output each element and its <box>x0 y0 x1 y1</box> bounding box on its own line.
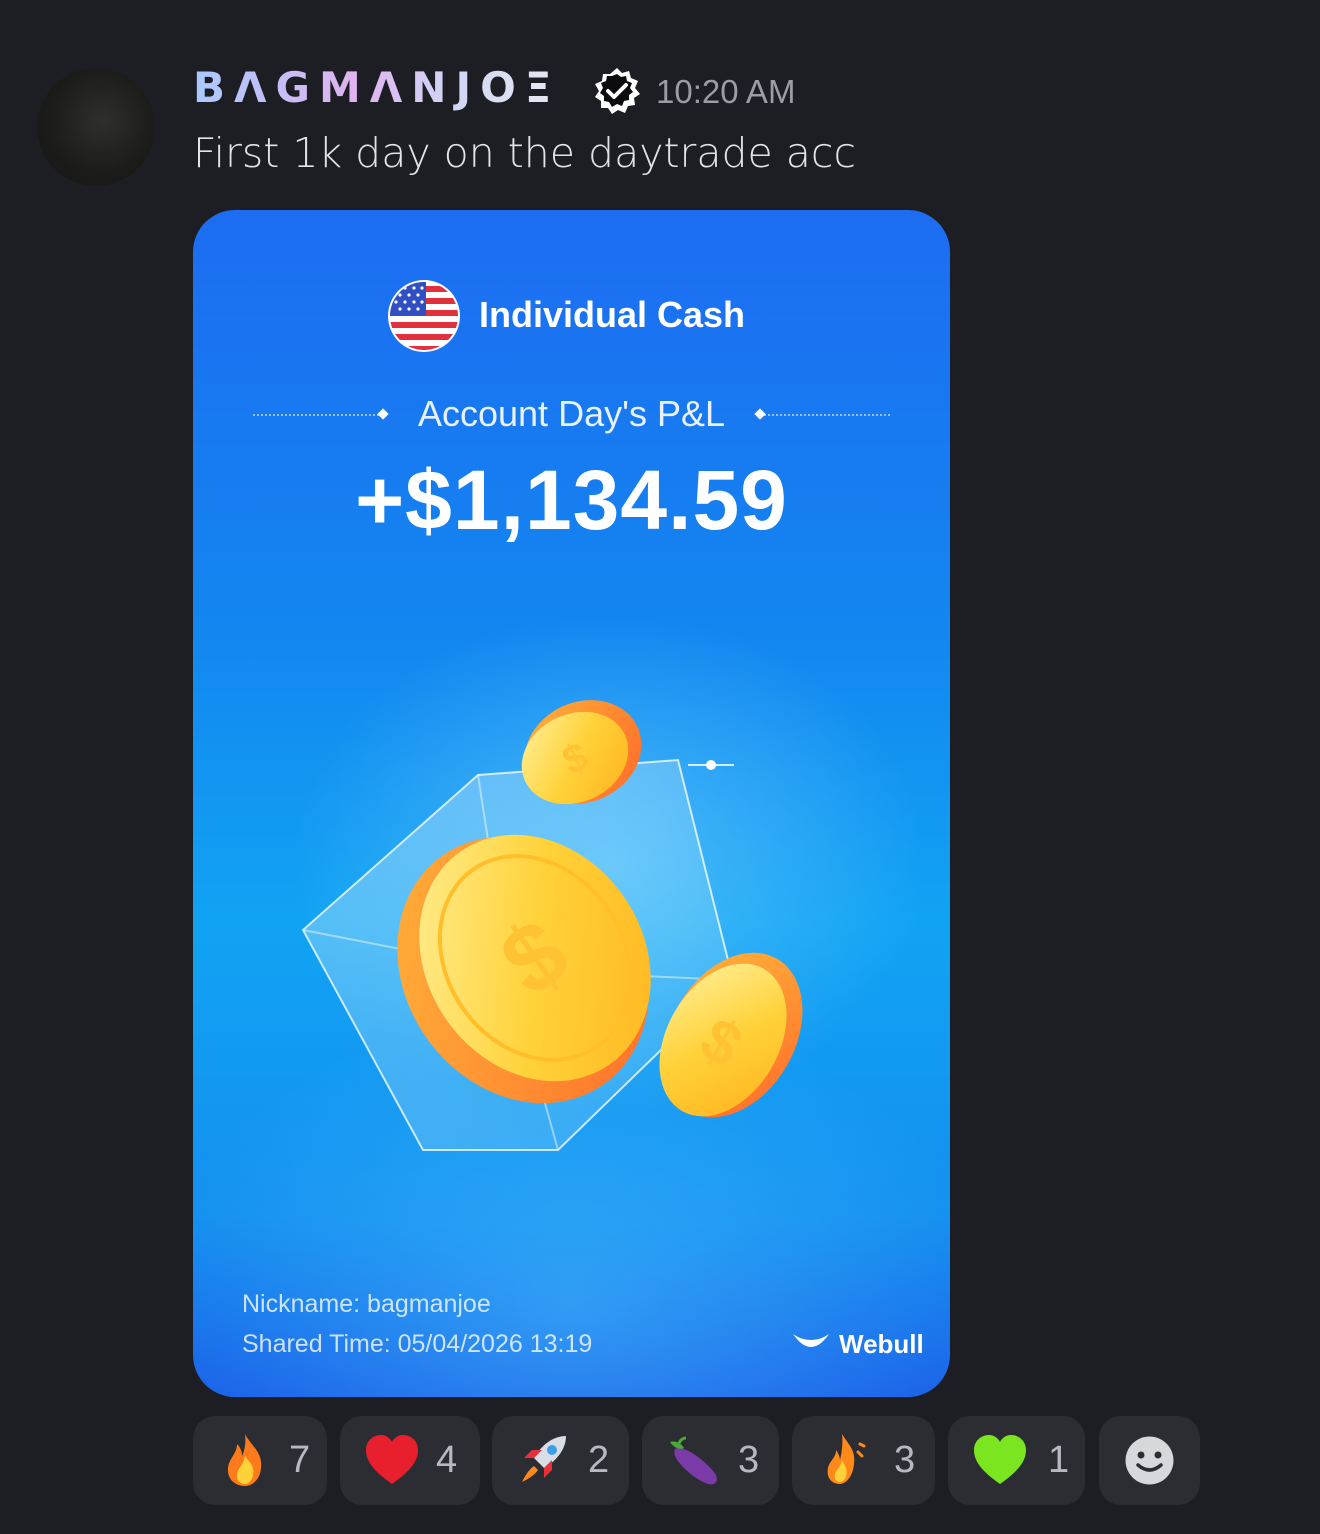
add-reaction-button[interactable] <box>1099 1416 1200 1505</box>
us-flag-icon <box>388 280 460 352</box>
reaction-count: 2 <box>588 1439 610 1481</box>
green-heart-icon <box>974 1435 1026 1484</box>
reaction-count: 4 <box>436 1439 458 1481</box>
reaction-count: 1 <box>1048 1439 1070 1481</box>
smiley-icon <box>1125 1436 1174 1485</box>
message-timestamp: 10:20 AM <box>656 73 796 110</box>
username[interactable]: BΛGMΛNJOΞ <box>193 62 560 114</box>
reaction-green-heart[interactable]: 1 <box>948 1416 1085 1505</box>
pl-label-row: Account Day's P&L <box>193 390 950 440</box>
rocket-icon <box>522 1436 566 1482</box>
webull-logo-icon <box>793 1334 829 1347</box>
pnl-share-card[interactable]: Individual Cash Account Day's P&L +$1,13… <box>193 210 950 1397</box>
reaction-count: 7 <box>289 1439 311 1481</box>
eggplant-icon <box>670 1436 717 1485</box>
reaction-count: 3 <box>894 1439 916 1481</box>
shared-time: Shared Time: 05/04/2026 13:19 <box>242 1330 593 1358</box>
reaction-rocket[interactable]: 2 <box>492 1416 629 1505</box>
verified-badge-icon <box>595 68 640 114</box>
reaction-count: 3 <box>738 1439 760 1481</box>
reaction-fire[interactable]: 7 <box>193 1416 327 1505</box>
reaction-heart[interactable]: 4 <box>340 1416 480 1505</box>
red-heart-icon <box>366 1435 418 1484</box>
avatar[interactable] <box>37 68 155 186</box>
account-header: Individual Cash <box>193 280 950 352</box>
reaction-fire-swirl[interactable]: 3 <box>792 1416 935 1505</box>
fire-icon <box>227 1434 262 1486</box>
chat-message: BΛGMΛNJOΞ 10:20 AM First 1k day on the d… <box>0 0 1320 1534</box>
nickname: Nickname: bagmanjoe <box>242 1290 491 1318</box>
message-text: First 1k day on the daytrade acc <box>193 129 857 177</box>
account-name: Individual Cash <box>479 294 746 335</box>
divider-right <box>760 414 890 416</box>
pl-value: +$1,134.59 <box>355 453 788 547</box>
coins-cube-illustration: $ $ $ <box>301 700 803 1151</box>
fire-swirl-icon <box>827 1434 866 1484</box>
brand-name: Webull <box>839 1329 924 1359</box>
reaction-eggplant[interactable]: 3 <box>642 1416 779 1505</box>
